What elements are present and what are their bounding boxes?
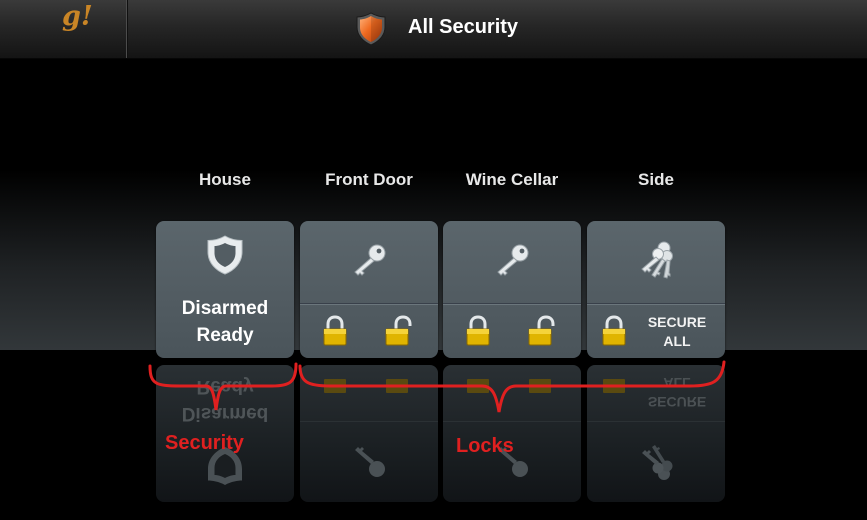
locks-annotation-label: Locks [456,435,514,457]
app-window: g! All Security House Front Door Wine Ce… [0,0,867,520]
annotation-overlay [148,360,726,413]
security-brace [148,362,298,411]
locks-brace [298,360,726,413]
security-annotation-label: Security [165,432,244,454]
